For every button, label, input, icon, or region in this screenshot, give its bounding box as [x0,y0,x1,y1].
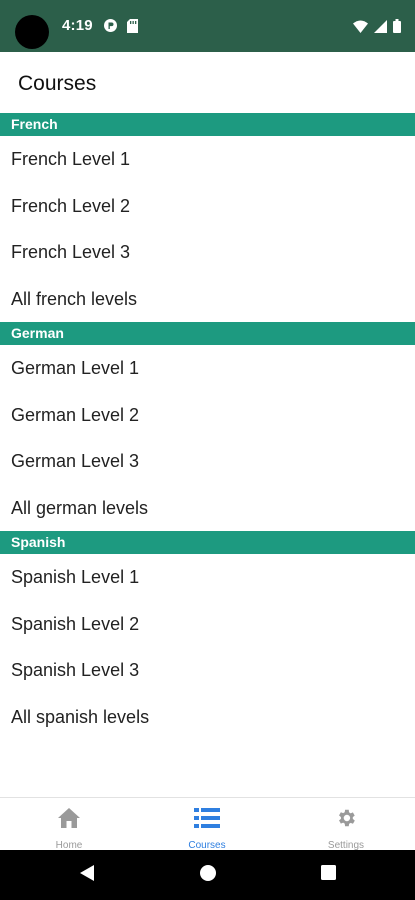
battery-icon [393,19,401,38]
course-list: French French Level 1 French Level 2 Fre… [0,113,415,740]
wifi-icon [353,20,368,38]
list-item[interactable]: All french levels [0,276,415,323]
section-header-french: French [0,113,415,136]
back-triangle-icon [80,864,94,886]
sd-card-icon [127,19,138,38]
tab-courses[interactable]: Courses [138,798,276,851]
status-bar: 4:19 [0,0,415,52]
list-item[interactable]: German Level 1 [0,345,415,392]
system-nav-bar [0,850,415,900]
list-item[interactable]: Spanish Level 1 [0,554,415,601]
list-item[interactable]: All spanish levels [0,694,415,741]
list-item[interactable]: All german levels [0,485,415,532]
list-item[interactable]: French Level 1 [0,136,415,183]
notification-icon [104,19,117,37]
camera-cutout [15,15,49,49]
home-button[interactable] [193,850,223,900]
signal-icon [374,19,387,38]
list-item[interactable]: German Level 2 [0,392,415,439]
page-title: Courses [18,72,97,95]
bottom-nav: Home Courses Settings [0,797,415,851]
tab-home[interactable]: Home [0,798,138,851]
section-header-german: German [0,322,415,345]
recents-button[interactable] [313,850,343,900]
gear-icon [335,798,357,834]
recents-square-icon [320,865,336,885]
home-icon [57,798,81,834]
status-time: 4:19 [62,17,93,34]
list-item[interactable]: German Level 3 [0,438,415,485]
home-circle-icon [200,864,216,886]
list-icon [194,798,220,834]
list-item[interactable]: Spanish Level 2 [0,601,415,648]
app-bar: Courses [0,52,415,112]
back-button[interactable] [72,850,102,900]
section-header-spanish: Spanish [0,531,415,554]
tab-settings[interactable]: Settings [277,798,415,851]
list-item[interactable]: Spanish Level 3 [0,647,415,694]
list-item[interactable]: French Level 2 [0,183,415,230]
list-item[interactable]: French Level 3 [0,229,415,276]
